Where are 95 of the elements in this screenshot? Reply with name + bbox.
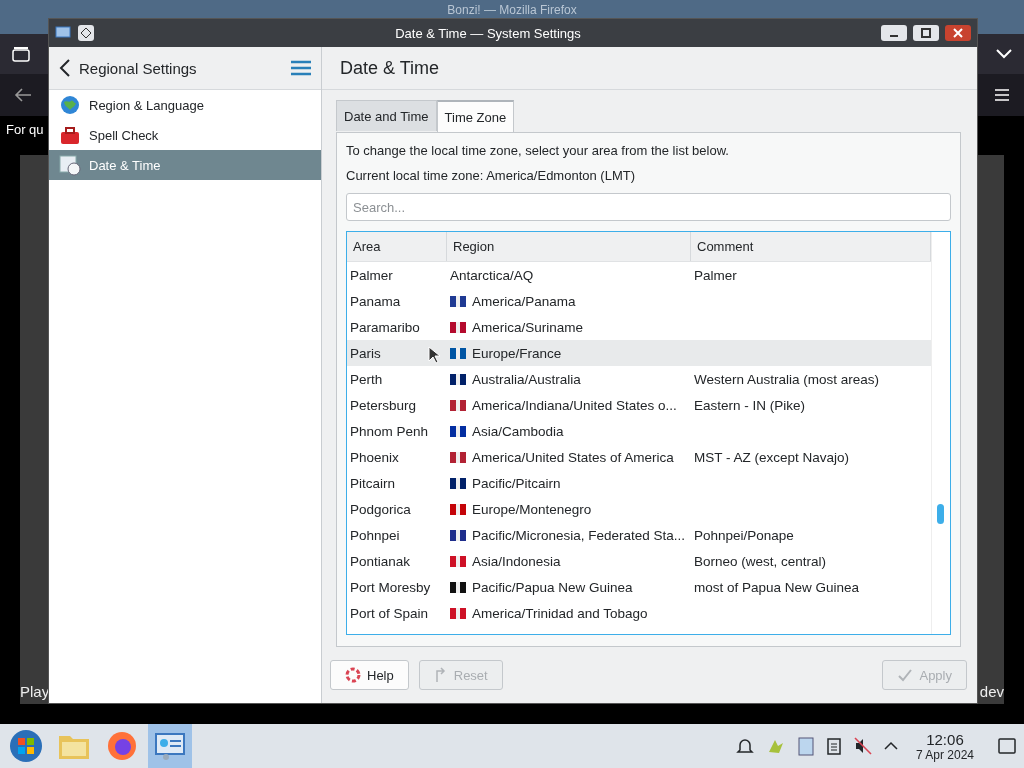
maximize-button[interactable]	[913, 25, 939, 41]
window-title: Date & Time — System Settings	[394, 25, 582, 41]
table-cell: Borneo (west, central)	[694, 553, 827, 569]
start-orb-icon[interactable]	[9, 729, 43, 763]
flag-icon	[450, 477, 466, 489]
table-cell: Paramaribo	[350, 319, 420, 335]
show-desktop-icon[interactable]	[998, 738, 1016, 754]
table-cell: Pontianak	[350, 553, 411, 569]
table-cell: Phnom Penh	[350, 423, 429, 439]
speaker-muted-icon[interactable]	[853, 737, 872, 755]
sidebar-item[interactable]: Date & Time	[49, 150, 321, 180]
table-cell: America/Suriname	[472, 319, 584, 335]
flag-icon	[450, 451, 466, 463]
close-icon	[953, 28, 963, 38]
table-cell: Perth	[350, 371, 383, 387]
table-cell: Eastern - IN (Pike)	[694, 397, 806, 413]
table-cell: America/Indiana/United States o...	[472, 397, 677, 413]
table-cell: Port of Spain	[350, 605, 429, 621]
table-cell: America/United States of America	[472, 449, 674, 465]
undo-arrow-icon	[433, 667, 448, 683]
table-cell: Phoenix	[350, 449, 399, 465]
app-icon	[55, 26, 71, 40]
table-cell: Europe/France	[472, 345, 562, 361]
caption-text: dev	[979, 683, 1004, 700]
clock-date: 7 Apr 2024	[915, 747, 974, 762]
bell-icon[interactable]	[735, 737, 754, 755]
help-button[interactable]: Help	[330, 660, 409, 690]
table-cell: Port Moresby	[350, 579, 431, 595]
table-cell: Europe/Montenegro	[472, 501, 592, 517]
tab[interactable]: Time Zone	[436, 100, 515, 132]
table-cell: MST - AZ (except Navajo)	[694, 449, 850, 465]
sidebar-title: Regional Settings	[79, 59, 198, 77]
clock-time: 12:06	[926, 730, 964, 748]
lifebuoy-icon	[345, 667, 361, 683]
flag-icon	[450, 503, 466, 515]
flag-icon	[450, 607, 466, 619]
checkmark-icon	[897, 667, 914, 683]
column-header[interactable]: Area	[347, 232, 447, 261]
flag-icon	[450, 425, 466, 437]
flag-icon	[450, 399, 466, 411]
firefox-icon[interactable]	[106, 730, 138, 762]
mouse-cursor-icon	[428, 346, 440, 364]
settings-icon[interactable]	[154, 731, 186, 761]
close-button[interactable]	[945, 25, 971, 41]
table-cell: America/Trinidad and Tobago	[472, 605, 648, 621]
table-cell: Pohnpei/Ponape	[694, 527, 794, 543]
column-header[interactable]: Region	[447, 232, 691, 261]
table-cell: Palmer	[694, 267, 737, 283]
window-title: Bonzi! — Mozilla Firefox	[447, 3, 577, 17]
table-cell: Pacific/Papua New Guinea	[472, 579, 633, 595]
notes-icon[interactable]	[825, 737, 842, 755]
flag-icon	[450, 295, 466, 307]
tab-overview-icon[interactable]	[12, 46, 30, 62]
caption-text: Play	[20, 683, 50, 700]
calendar-clock-icon	[59, 154, 81, 176]
tab[interactable]: Date and Time	[336, 100, 437, 131]
chevron-up-icon[interactable]	[883, 741, 898, 751]
table-cell: Podgorica	[350, 501, 411, 517]
globe-icon	[59, 94, 81, 116]
flag-icon	[450, 529, 466, 541]
table-cell: Australia/Australia	[472, 371, 581, 387]
table-cell: most of Papua New Guinea	[694, 579, 860, 595]
table-cell: Pohnpei	[350, 527, 400, 543]
table-row[interactable]: Paris Europe/France	[347, 340, 931, 366]
clock[interactable]: 12:06 7 Apr 2024	[915, 730, 974, 762]
toolbox-icon	[59, 125, 81, 145]
table-cell: Panama	[350, 293, 401, 309]
scrollbar-thumb[interactable]	[937, 504, 944, 524]
flag-icon	[450, 347, 466, 359]
instruction-text: To change the local time zone, select your area from the list below.	[346, 143, 730, 158]
current-time-zone-text: Current local time zone: America/Edmonton (LMT)	[346, 168, 636, 183]
flag-icon	[450, 581, 466, 593]
clipboard-icon[interactable]	[797, 736, 814, 756]
flag-icon	[450, 321, 466, 333]
table-cell: Asia/Cambodia	[472, 423, 564, 439]
table-cell: Pacific/Micronesia, Federated Sta...	[472, 527, 686, 543]
flag-icon	[450, 555, 466, 567]
chevron-down-icon[interactable]	[996, 49, 1012, 59]
back-arrow-icon[interactable]	[14, 87, 32, 103]
table-cell: Petersburg	[350, 397, 417, 413]
page-text: For qu	[6, 122, 44, 137]
maximize-icon	[921, 28, 931, 38]
table-cell: Western Australia (most areas)	[694, 371, 880, 387]
table-cell: Pacific/Pitcairn	[472, 475, 561, 491]
page-title: Date & Time	[340, 57, 440, 79]
flag-icon	[450, 373, 466, 385]
minimize-button[interactable]	[881, 25, 907, 41]
table-cell: America/Panama	[472, 293, 576, 309]
table-cell: Antarctica/AQ	[450, 267, 534, 283]
table-cell: Paris	[350, 345, 381, 361]
table-cell: Pitcairn	[350, 475, 395, 491]
search-field[interactable]: Search...	[346, 193, 951, 221]
table-cell: Asia/Indonesia	[472, 553, 561, 569]
table-cell: Palmer	[350, 267, 393, 283]
pin-icon[interactable]	[77, 24, 95, 42]
